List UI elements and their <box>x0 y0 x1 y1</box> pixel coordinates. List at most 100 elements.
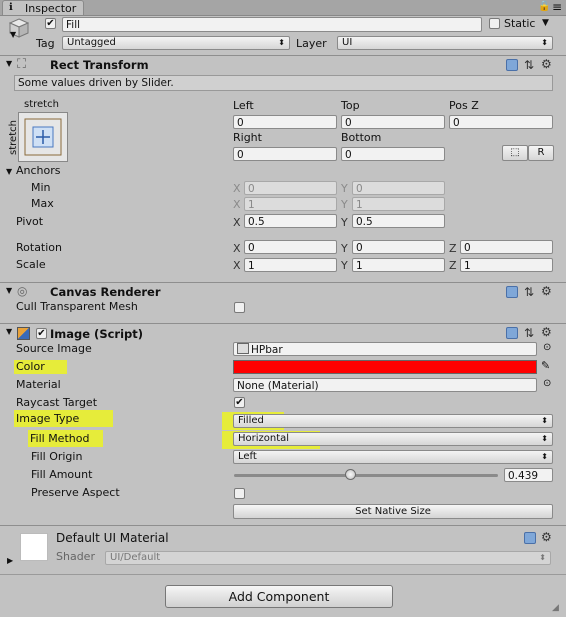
driven-note-text: Some values driven by Slider. <box>18 77 174 89</box>
right-field[interactable]: 0 <box>233 147 337 161</box>
pivot-y-field[interactable]: 0.5 <box>352 214 445 228</box>
gear-icon[interactable]: ⚙ <box>541 326 552 338</box>
set-native-size-button[interactable]: Set Native Size <box>233 504 553 519</box>
help-book-icon[interactable] <box>506 286 518 298</box>
tag-value: Untagged <box>67 37 116 48</box>
foldout-arrow-icon[interactable]: ▼ <box>6 59 12 68</box>
image-type-label: Image Type <box>14 410 114 427</box>
gear-icon[interactable]: ⚙ <box>541 531 552 543</box>
cube-dropdown-arrow[interactable]: ▼ <box>10 30 16 39</box>
foldout-arrow-icon[interactable]: ▼ <box>6 286 12 295</box>
max-x-field: 1 <box>244 197 337 211</box>
preserve-aspect-label: Preserve Aspect <box>31 486 120 499</box>
chevron-updown-icon: ⬍ <box>541 434 548 443</box>
fill-amount-slider-track[interactable] <box>234 474 498 477</box>
resize-grip-icon[interactable]: ◢ <box>552 603 564 615</box>
dotted-rect-icon: ⬚ <box>510 147 520 158</box>
pivot-label: Pivot <box>16 215 44 228</box>
help-book-icon[interactable] <box>524 532 536 544</box>
raycast-target-label: Raycast Target <box>16 396 98 409</box>
static-label: Static <box>504 17 536 30</box>
right-label: Right <box>233 131 262 144</box>
static-dropdown-arrow[interactable]: ▼ <box>542 18 549 28</box>
scale-y-field[interactable]: 1 <box>352 258 445 272</box>
anchors-foldout-icon[interactable]: ▼ <box>6 167 12 176</box>
fill-amount-slider-thumb[interactable] <box>344 469 356 480</box>
help-book-icon[interactable] <box>506 59 518 71</box>
rotation-z-field[interactable]: 0 <box>460 240 553 254</box>
posz-field[interactable]: 0 <box>449 115 553 129</box>
gear-icon[interactable]: ⚙ <box>541 58 552 70</box>
set-native-size-label: Set Native Size <box>355 506 431 517</box>
add-component-button[interactable]: Add Component <box>165 585 393 608</box>
material-field[interactable]: None (Material) <box>233 378 537 392</box>
material-preview-swatch <box>20 533 48 561</box>
gear-icon[interactable]: ⚙ <box>541 285 552 297</box>
blueprint-mode-button[interactable]: ⬚ <box>502 145 528 161</box>
raw-edit-button[interactable]: R <box>528 145 554 161</box>
raycast-target-checkbox[interactable]: ✔ <box>234 397 245 408</box>
chevron-updown-icon: ⬍ <box>539 553 546 562</box>
gameobject-name-field[interactable]: Fill <box>62 17 482 32</box>
scale-label: Scale <box>16 258 46 271</box>
shader-label: Shader <box>56 550 95 563</box>
top-field[interactable]: 0 <box>341 115 445 129</box>
pivot-x-field[interactable]: 0.5 <box>244 214 337 228</box>
image-enabled-checkbox[interactable]: ✔ <box>36 328 47 339</box>
preset-icon[interactable]: ⇅ <box>524 59 534 71</box>
preserve-aspect-checkbox[interactable] <box>234 488 245 499</box>
rotation-y-field[interactable]: 0 <box>352 240 445 254</box>
image-type-dropdown[interactable]: Filled ⬍ <box>233 414 553 428</box>
image-script-title: Image (Script) <box>50 327 144 341</box>
raw-edit-label: R <box>537 147 545 158</box>
fill-method-value: Horizontal <box>238 433 290 444</box>
left-field[interactable]: 0 <box>233 115 337 129</box>
inspector-icon: ℹ <box>9 2 13 13</box>
preset-icon[interactable]: ⇅ <box>524 327 534 339</box>
object-picker-icon[interactable]: ⊙ <box>543 342 551 353</box>
scale-z-field[interactable]: 1 <box>460 258 553 272</box>
max-y-axis: Y <box>341 198 348 211</box>
material-foldout-icon[interactable]: ▶ <box>7 556 13 565</box>
rotation-x-field[interactable]: 0 <box>244 240 337 254</box>
fill-amount-field[interactable]: 0.439 <box>504 468 553 482</box>
source-image-field[interactable]: HPbar <box>233 342 537 356</box>
canvas-renderer-header[interactable]: ▼ ◎ Canvas Renderer ⇅ ⚙ <box>0 282 566 301</box>
color-swatch[interactable] <box>233 360 537 374</box>
rect-transform-icon: ⛶ <box>17 57 27 72</box>
active-checkbox[interactable]: ✔ <box>45 18 56 29</box>
tab-inspector[interactable]: ℹ Inspector <box>2 0 84 15</box>
fill-method-label: Fill Method <box>28 430 104 447</box>
help-book-icon[interactable] <box>506 327 518 339</box>
source-image-label: Source Image <box>16 342 92 355</box>
pivot-x-axis: X <box>233 216 241 229</box>
layer-dropdown[interactable]: UI ⬍ <box>337 36 553 50</box>
lock-icon[interactable]: 🔒 <box>538 1 550 12</box>
scale-x-axis: X <box>233 259 241 272</box>
tag-dropdown[interactable]: Untagged ⬍ <box>62 36 290 50</box>
max-y-field: 1 <box>352 197 445 211</box>
foldout-arrow-icon[interactable]: ▼ <box>6 327 12 336</box>
left-label: Left <box>233 99 254 112</box>
static-checkbox[interactable] <box>489 18 500 29</box>
layer-value: UI <box>342 37 353 48</box>
object-picker-icon[interactable]: ⊙ <box>543 378 551 389</box>
bottom-field[interactable]: 0 <box>341 147 445 161</box>
fill-origin-dropdown[interactable]: Left ⬍ <box>233 450 553 464</box>
cull-transparent-checkbox[interactable] <box>234 302 245 313</box>
rect-transform-header[interactable]: ▼ ⛶ Rect Transform ⇅ ⚙ <box>0 55 566 74</box>
bottom-label: Bottom <box>341 131 382 144</box>
source-image-value: HPbar <box>251 344 283 356</box>
fill-method-dropdown[interactable]: Horizontal ⬍ <box>233 432 553 446</box>
scale-x-field[interactable]: 1 <box>244 258 337 272</box>
anchors-label: Anchors <box>16 164 61 177</box>
image-script-header[interactable]: ▼ ✔ Image (Script) ⇅ ⚙ <box>0 323 566 342</box>
fill-origin-value: Left <box>238 451 257 462</box>
tab-menu-icon[interactable]: ≡ <box>552 0 562 14</box>
preset-icon[interactable]: ⇅ <box>524 286 534 298</box>
shader-dropdown: UI/Default ⬍ <box>105 551 551 565</box>
max-label: Max <box>31 197 54 210</box>
anchor-preset-button[interactable] <box>18 112 68 162</box>
rotation-label: Rotation <box>16 241 63 254</box>
eyedropper-icon[interactable]: ✎ <box>541 359 550 372</box>
